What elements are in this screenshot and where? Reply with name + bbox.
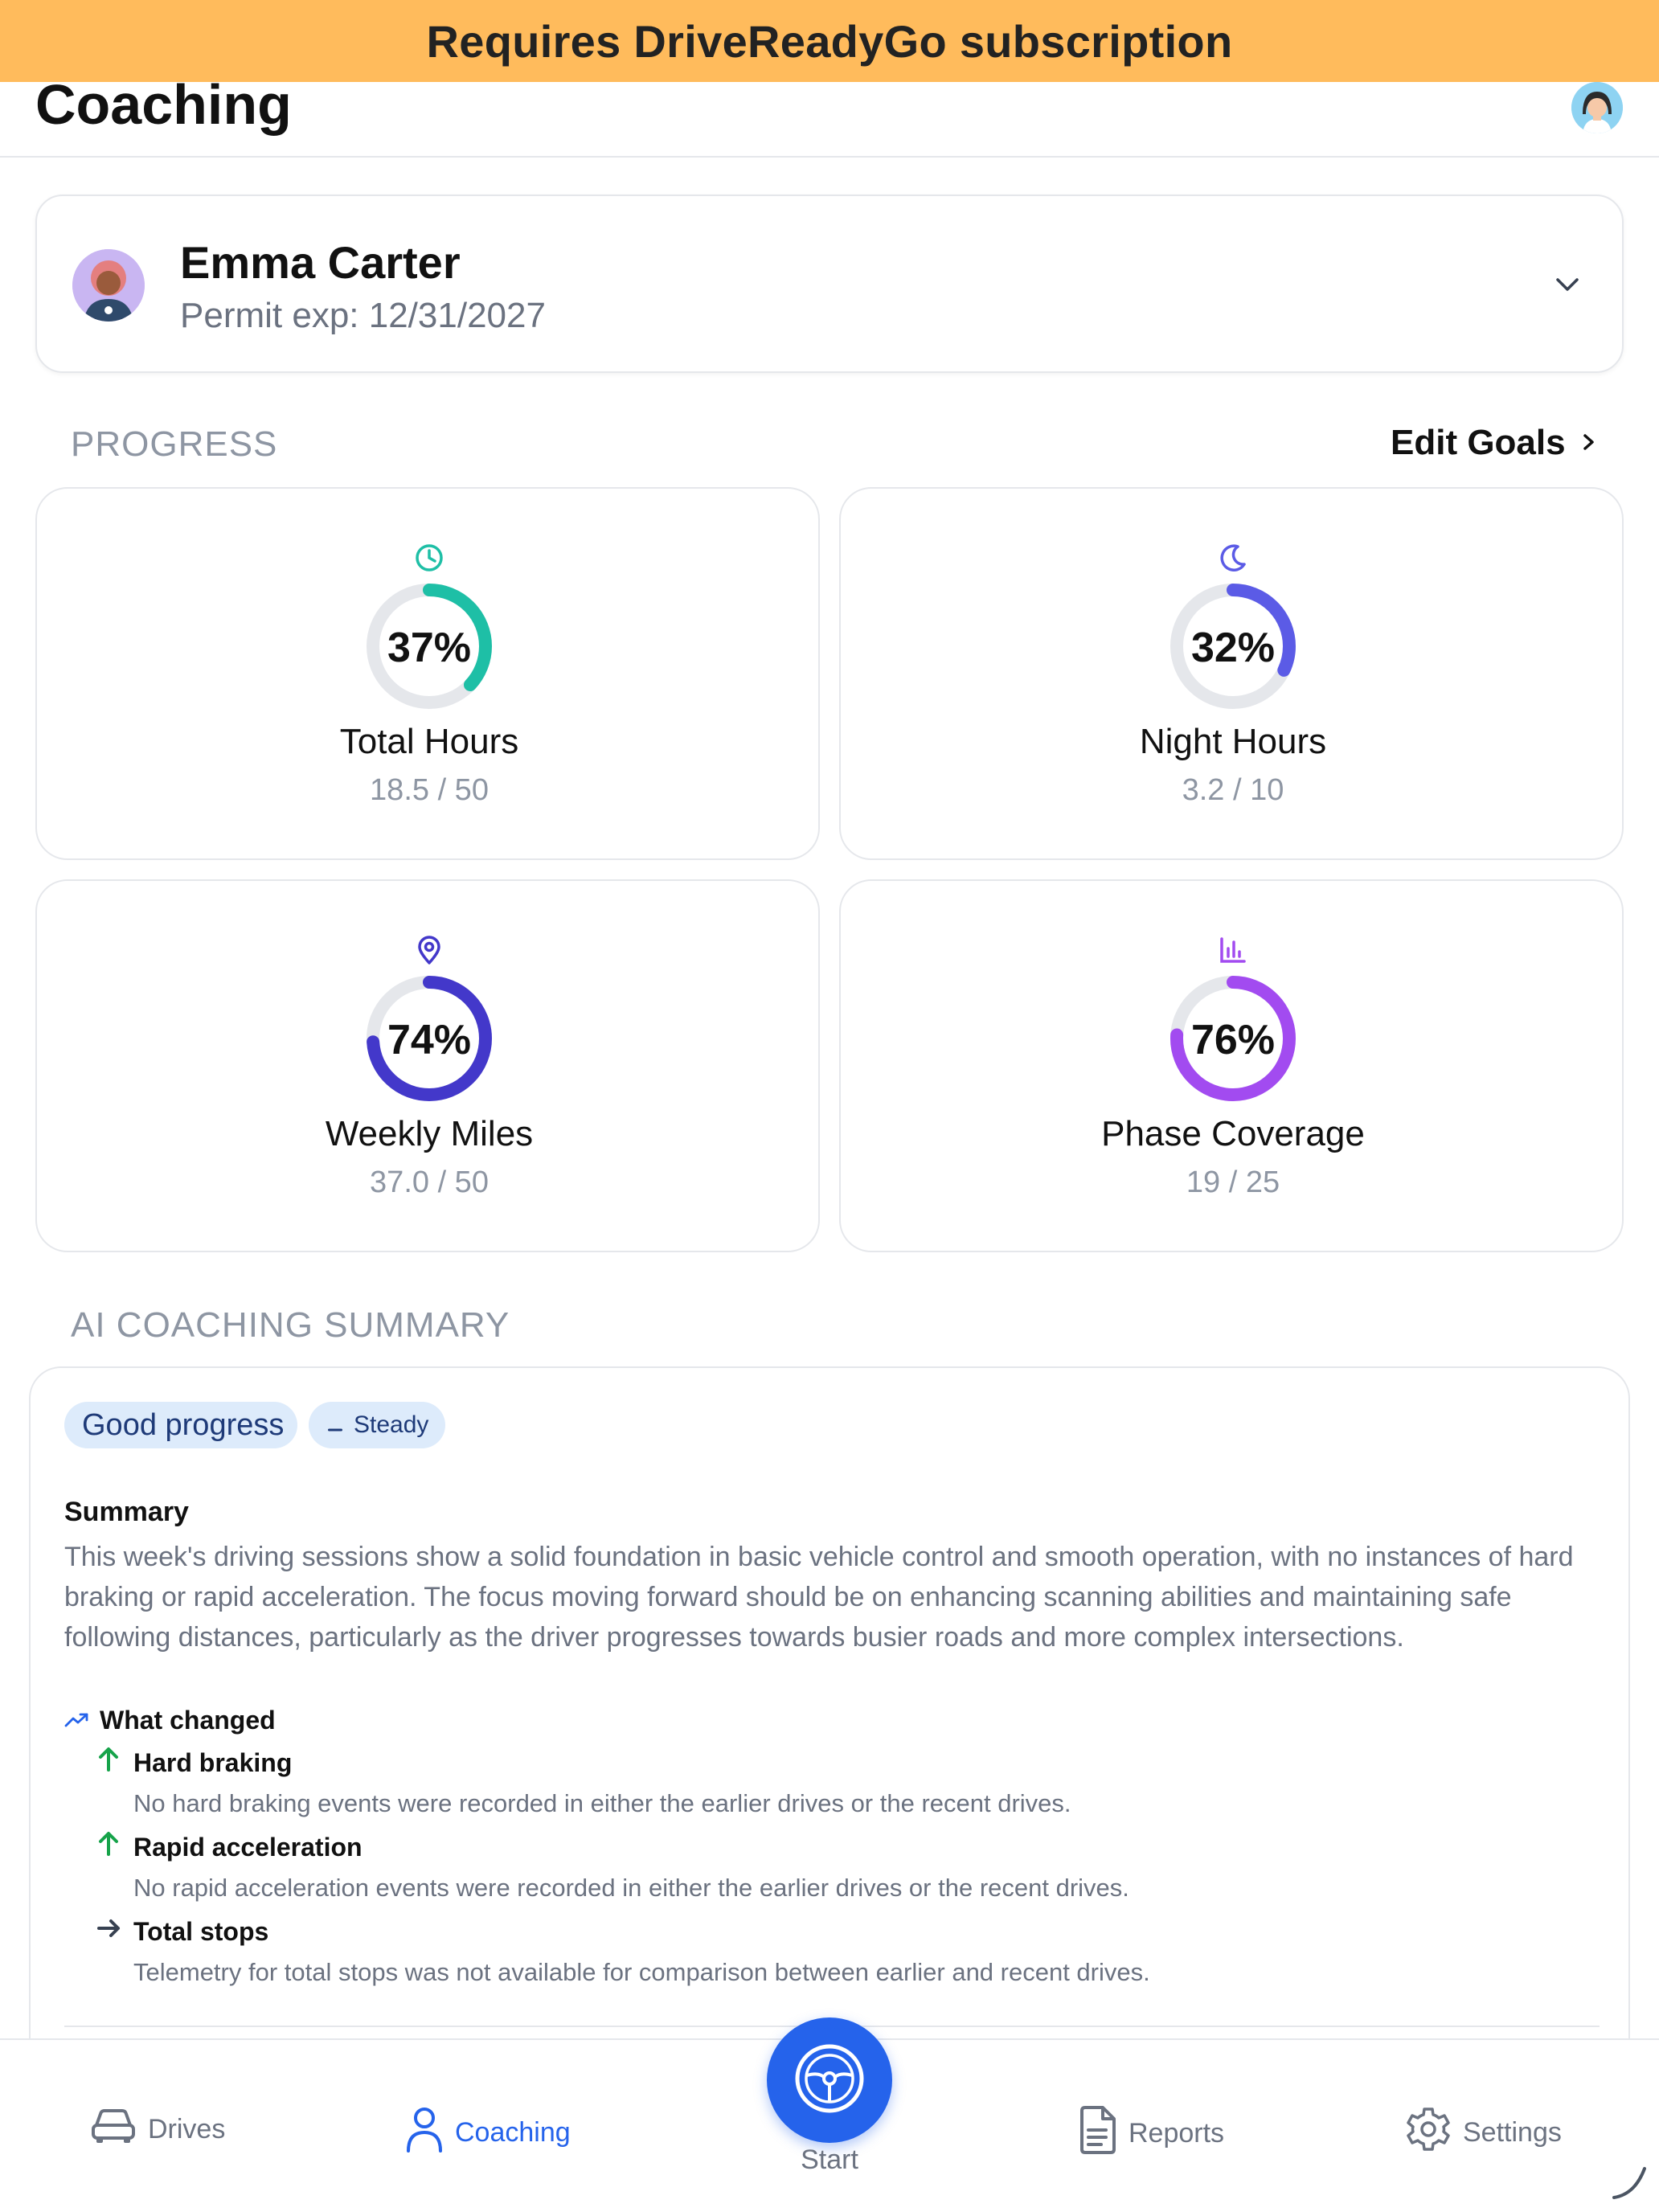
clock-icon <box>413 542 445 574</box>
stat-label: Phase Coverage <box>1101 1114 1365 1153</box>
arrow-up-icon <box>96 1830 121 1864</box>
stat-label: Night Hours <box>1139 722 1327 761</box>
resize-handle-icon <box>1611 2165 1648 2205</box>
stat-label: Weekly Miles <box>325 1114 534 1153</box>
progress-percent: 74% <box>387 1017 472 1063</box>
stat-card-weekly-miles[interactable]: 74% Weekly Miles 37.0 / 50 <box>35 879 820 1252</box>
page-title: Coaching <box>35 73 292 136</box>
change-description: Telemetry for total stops was not availa… <box>133 1958 1150 1986</box>
student-avatar-icon <box>72 249 145 322</box>
minus-icon <box>328 1411 342 1439</box>
trend-badge-label: Steady <box>354 1411 429 1438</box>
chevron-right-icon <box>1580 423 1598 463</box>
steering-wheel-icon <box>791 2040 868 2121</box>
stat-value: 37.0 / 50 <box>370 1165 489 1199</box>
trend-badge: Steady <box>309 1402 445 1448</box>
change-description: No hard braking events were recorded in … <box>133 1789 1071 1817</box>
stat-card-phase-coverage[interactable]: 76% Phase Coverage 19 / 25 <box>839 879 1624 1252</box>
stat-label: Total Hours <box>339 722 519 761</box>
arrow-right-icon <box>96 1915 121 1948</box>
progress-section-label: PROGRESS <box>71 424 278 464</box>
what-changed-label: What changed <box>100 1706 276 1735</box>
summary-text: This week's driving sessions show a soli… <box>64 1542 1574 1653</box>
progress-percent: 32% <box>1190 625 1276 671</box>
user-avatar-icon[interactable] <box>1571 82 1623 133</box>
student-name: Emma Carter <box>180 237 461 288</box>
location-pin-icon <box>413 934 445 966</box>
what-changed-heading: What changed <box>64 1706 276 1735</box>
ai-summary-section-label: AI COACHING SUMMARY <box>71 1305 510 1345</box>
start-label: Start <box>801 2144 858 2175</box>
moon-icon <box>1217 542 1249 574</box>
change-item-total-stops: Total stops Telemetry for total stops wa… <box>96 1915 1608 1987</box>
stat-value: 3.2 / 10 <box>1182 773 1284 807</box>
change-title: Hard braking <box>133 1747 293 1777</box>
change-title: Total stops <box>133 1916 269 1946</box>
stat-value: 18.5 / 50 <box>370 773 489 807</box>
progress-percent: 37% <box>387 625 472 671</box>
edit-goals-link[interactable]: Edit Goals <box>1391 423 1598 463</box>
summary-heading: Summary <box>64 1497 189 1527</box>
chevron-down-icon[interactable] <box>1551 268 1583 301</box>
trending-up-icon <box>64 1706 90 1735</box>
status-badge: Good progress <box>64 1402 297 1448</box>
arrow-up-icon <box>96 1746 121 1780</box>
stat-value: 19 / 25 <box>1186 1165 1280 1199</box>
change-item-rapid-acceleration: Rapid acceleration No rapid acceleration… <box>96 1830 1608 1903</box>
edit-goals-label: Edit Goals <box>1391 423 1566 462</box>
stat-card-total-hours[interactable]: 37% Total Hours 18.5 / 50 <box>35 487 820 860</box>
change-title: Rapid acceleration <box>133 1832 363 1862</box>
page-header: Coaching <box>0 73 1659 158</box>
progress-percent: 76% <box>1190 1017 1276 1063</box>
start-drive-button[interactable] <box>767 2017 892 2143</box>
subscription-banner-text: Requires DriveReadyGo subscription <box>426 15 1233 67</box>
stat-card-night-hours[interactable]: 32% Night Hours 3.2 / 10 <box>839 487 1624 860</box>
change-item-hard-braking: Hard braking No hard braking events were… <box>96 1746 1608 1818</box>
subscription-banner: Requires DriveReadyGo subscription <box>0 0 1659 82</box>
student-selector[interactable]: Emma Carter Permit exp: 12/31/2027 <box>35 195 1624 373</box>
change-description: No rapid acceleration events were record… <box>133 1874 1129 1902</box>
permit-expiration: Permit exp: 12/31/2027 <box>180 296 546 335</box>
tab-drives-label: Drives <box>148 2114 226 2144</box>
bar-chart-icon <box>1217 934 1249 966</box>
